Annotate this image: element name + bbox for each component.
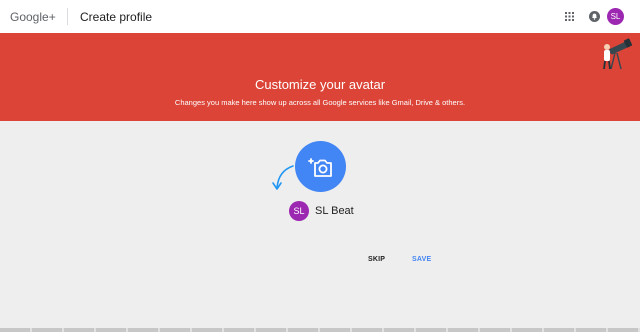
banner: Customize your avatar Changes you make h… [0, 33, 640, 121]
top-bar: Google+ Create profile SL [0, 0, 640, 33]
notifications-icon[interactable] [589, 11, 600, 22]
google-plus-logo[interactable]: Google+ [10, 10, 56, 24]
save-button[interactable]: SAVE [412, 256, 431, 263]
page-title: Create profile [80, 10, 153, 24]
profile-name: SL Beat [315, 205, 354, 217]
banner-subtitle: Changes you make here show up across all… [174, 98, 466, 107]
add-photo-icon [308, 158, 332, 177]
banner-title: Customize your avatar [254, 77, 386, 92]
change-photo-button[interactable] [295, 141, 346, 192]
avatar: SL [289, 201, 309, 221]
header-divider [67, 8, 68, 25]
person-with-telescope-illustration [603, 38, 633, 70]
bottom-border [0, 328, 640, 332]
skip-button[interactable]: SKIP [368, 256, 385, 263]
profile-chip: SL SL Beat [289, 201, 354, 221]
curved-arrow-icon [272, 165, 294, 190]
account-avatar[interactable]: SL [607, 8, 624, 25]
apps-grid-icon[interactable] [565, 12, 574, 21]
